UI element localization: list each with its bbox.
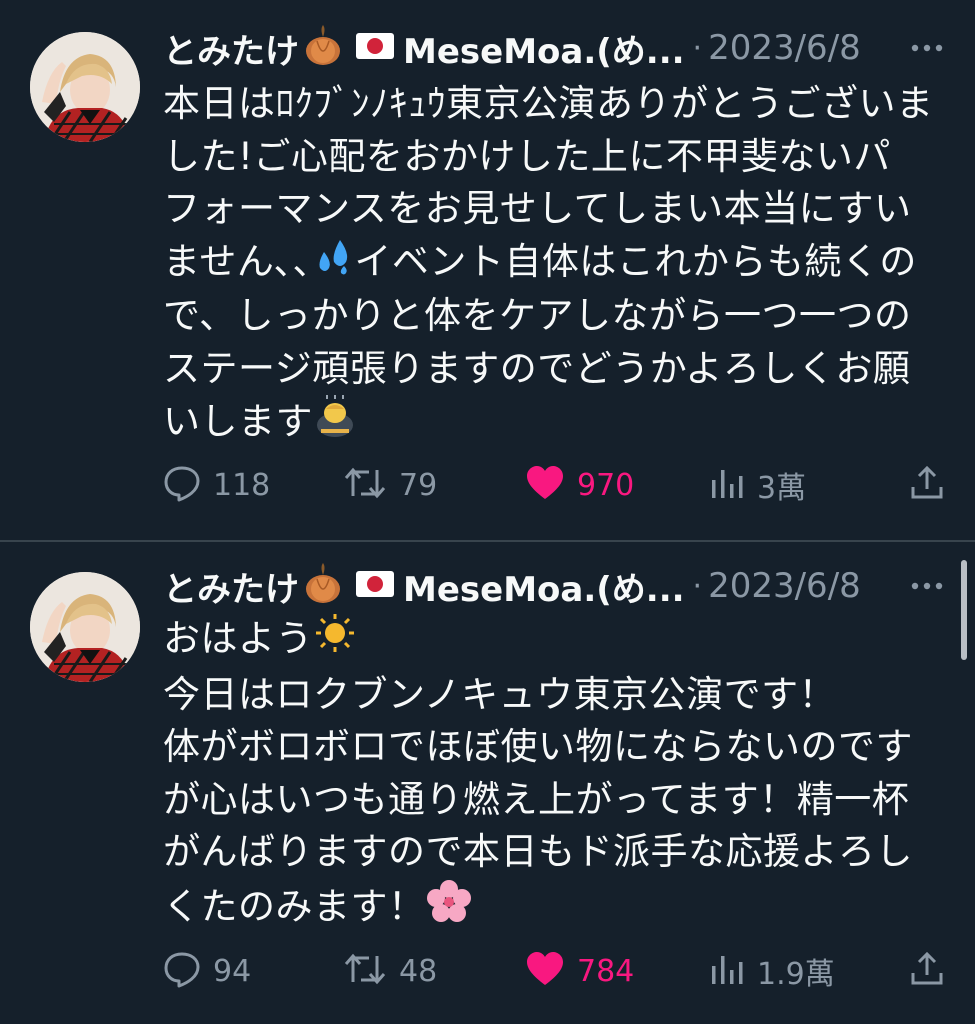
reply-bubble-icon	[163, 950, 201, 992]
views-bar-chart-icon	[709, 466, 745, 504]
share-upload-icon	[909, 465, 945, 505]
reply-bubble-icon	[163, 464, 201, 506]
share-button[interactable]	[909, 946, 945, 996]
retweet-count: 48	[399, 953, 438, 989]
handle[interactable]: MeseMoa.(め...	[403, 562, 685, 611]
views-button[interactable]: 3萬	[709, 460, 806, 510]
sun-emoji	[313, 612, 357, 669]
separator-dot: ·	[692, 30, 703, 66]
more-dots-icon[interactable]	[909, 576, 945, 600]
tweet-text: おはよう 今日はロクブンノキュウ東京公演です！ 体がボロボロでほぼ使い物にならな…	[163, 612, 943, 937]
sweat-droplets-emoji	[312, 236, 354, 291]
like-count: 970	[577, 467, 635, 503]
tweet-date[interactable]: 2023/6/8	[708, 566, 861, 606]
timeline-feed: とみたけ MeseMoa.(め... · 2023/6/8 本日はﾛｸﾌﾞﾝﾉｷ…	[0, 0, 975, 1024]
reply-button[interactable]: 94	[163, 946, 251, 996]
tweet-date[interactable]: 2023/6/8	[708, 28, 861, 68]
share-upload-icon	[909, 951, 945, 991]
tweet[interactable]: とみたけ MeseMoa.(め... · 2023/6/8	[0, 542, 975, 1024]
avatar-image	[30, 32, 140, 142]
like-count: 784	[577, 953, 635, 989]
tweet-text-part: 今日はロクブンノキュウ東京公演です！ 体がボロボロでほぼ使い物にならないのです …	[163, 672, 913, 928]
handle[interactable]: MeseMoa.(め...	[403, 24, 685, 73]
reply-count: 94	[213, 953, 252, 989]
tweet-actions: 94 48 784 1.9萬	[163, 946, 945, 996]
avatar-image	[30, 572, 140, 682]
heart-filled-icon	[525, 951, 565, 991]
views-bar-chart-icon	[709, 952, 745, 990]
reply-button[interactable]: 118	[163, 460, 270, 510]
tweet-actions: 118 79 970 3萬	[163, 460, 945, 510]
japan-flag-emoji	[355, 569, 395, 603]
tweet-text-part: おはよう	[163, 616, 313, 660]
like-button[interactable]: 784	[525, 946, 634, 996]
heart-filled-icon	[525, 465, 565, 505]
onion-emoji	[303, 563, 343, 609]
view-count: 1.9萬	[757, 957, 835, 992]
separator-dot: ·	[692, 568, 703, 604]
tweet[interactable]: とみたけ MeseMoa.(め... · 2023/6/8	[0, 0, 975, 540]
retweet-button[interactable]: 79	[343, 460, 437, 510]
like-button[interactable]: 970	[525, 460, 634, 510]
share-button[interactable]	[909, 460, 945, 510]
more-dots-icon[interactable]	[909, 38, 945, 62]
onion-emoji	[303, 25, 343, 71]
japan-flag-emoji	[355, 31, 395, 65]
view-count: 3萬	[757, 471, 807, 506]
display-name[interactable]: とみたけ	[163, 24, 299, 73]
cherry-blossom-emoji	[426, 879, 472, 938]
reply-count: 118	[213, 467, 271, 503]
tweet-header: とみたけ MeseMoa.(め... · 2023/6/8	[163, 20, 945, 76]
display-name[interactable]: とみたけ	[163, 562, 299, 611]
tweet-header: とみたけ MeseMoa.(め... · 2023/6/8	[163, 558, 945, 614]
scrollbar[interactable]	[961, 560, 967, 660]
bowing-person-emoji	[313, 395, 357, 452]
retweet-icon	[343, 466, 387, 504]
retweet-button[interactable]: 48	[343, 946, 437, 996]
views-button[interactable]: 1.9萬	[709, 946, 835, 996]
avatar[interactable]	[30, 572, 140, 682]
retweet-icon	[343, 952, 387, 990]
avatar[interactable]	[30, 32, 140, 142]
retweet-count: 79	[399, 467, 438, 503]
tweet-text: 本日はﾛｸﾌﾞﾝﾉｷｭｳ東京公演ありがとうございま した!ご心配をおかけした上に…	[163, 78, 943, 452]
